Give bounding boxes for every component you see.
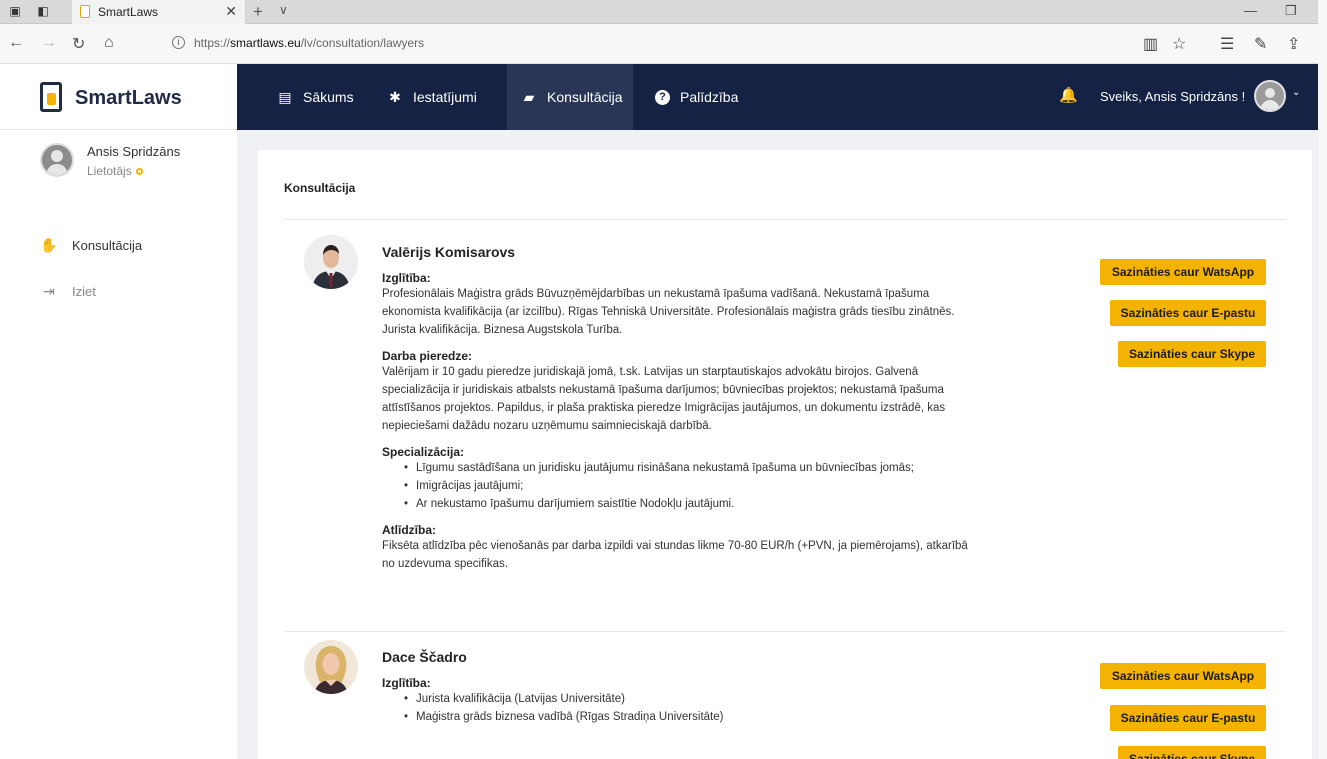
- favorite-star-icon[interactable]: ☆: [1172, 34, 1186, 54]
- reading-view-icon[interactable]: ▥: [1143, 34, 1158, 54]
- education-list: Jurista kvalifikācija (Latvijas Universi…: [382, 690, 1002, 726]
- bell-icon[interactable]: 🔔: [1059, 86, 1078, 104]
- specialization-list: Līgumu sastādīšana un juridisku jautājum…: [382, 459, 1002, 513]
- skype-button[interactable]: Sazināties caur Skype: [1118, 746, 1266, 759]
- minimize-icon[interactable]: —: [1244, 3, 1257, 18]
- nav-item-iestatijumi[interactable]: ✱ Iestatījumi: [387, 64, 497, 130]
- list-item: Jurista kvalifikācija (Latvijas Universi…: [382, 690, 1002, 708]
- lawyer-photo: [304, 235, 358, 289]
- divider: [284, 219, 1286, 220]
- status-dot-icon: [135, 168, 143, 176]
- nav-item-label: Konsultācija: [547, 89, 623, 105]
- gear-icon: ✱: [389, 88, 401, 105]
- section-text: Valērijam ir 10 gadu pieredze juridiskaj…: [382, 366, 946, 432]
- help-icon: ?: [655, 89, 670, 105]
- forward-icon[interactable]: →: [41, 34, 57, 52]
- list-item: Ar nekustamo īpašumu darījumiem saistīti…: [382, 495, 1002, 513]
- hand-coin-icon: ✋: [40, 236, 58, 253]
- lawyer-card: Valērijs Komisarovs Izglītība: Profesion…: [258, 235, 1312, 620]
- url-text: https://smartlaws.eu/lv/consultation/law…: [194, 36, 425, 50]
- sidebar: Ansis Spridzāns Lietotājs ✋ Konsultācija…: [0, 130, 237, 759]
- top-navigation: ▤ Sākums ✱ Iestatījumi ▰ Konsultācija ? …: [237, 64, 1318, 130]
- whatsapp-button[interactable]: Sazināties caur WatsApp: [1100, 259, 1266, 285]
- sidebar-avatar: [40, 143, 74, 177]
- maximize-icon[interactable]: ❐: [1285, 3, 1297, 19]
- nav-item-label: Iestatījumi: [413, 89, 477, 105]
- lawyer-photo: [304, 640, 358, 694]
- sidebar-user-name: Ansis Spridzāns: [87, 144, 181, 159]
- section-text: Profesionālais Maģistra grāds Būvuzņēmēj…: [382, 288, 955, 336]
- home-icon: ▤: [278, 88, 292, 105]
- new-tab-icon[interactable]: +: [253, 2, 263, 22]
- list-item: Līgumu sastādīšana un juridisku jautājum…: [382, 459, 1002, 477]
- home-browser-icon[interactable]: ⌂: [104, 34, 114, 52]
- nav-item-konsultacija[interactable]: ▰ Konsultācija: [507, 64, 633, 130]
- user-avatar[interactable]: [1254, 80, 1286, 112]
- email-button[interactable]: Sazināties caur E-pastu: [1110, 705, 1266, 731]
- share-icon[interactable]: ⇪: [1287, 34, 1300, 54]
- refresh-icon[interactable]: ↻: [72, 34, 85, 54]
- browser-tab[interactable]: SmartLaws ✕: [72, 0, 246, 24]
- sidebar-item-iziet[interactable]: ⇥ Iziet: [40, 281, 96, 301]
- sidebar-item-label: Iziet: [72, 283, 96, 299]
- divider: [284, 631, 1286, 632]
- tab-list-chevron-icon[interactable]: ∨: [279, 3, 288, 17]
- greeting-text: Sveiks, Ansis Spridzāns !: [1100, 89, 1246, 104]
- lawyer-name: Dace Ščadro: [382, 649, 467, 665]
- logout-icon: ⇥: [43, 282, 55, 299]
- lawyer-details: Izglītība: Profesionālais Maģistra grāds…: [382, 271, 1002, 573]
- browser-address-bar: ← → ↻ ⌂ i https://smartlaws.eu/lv/consul…: [0, 24, 1327, 64]
- section-text: Fiksēta atlīdzība pēc vienošanās par dar…: [382, 540, 968, 570]
- app-header: SmartLaws ▤ Sākums ✱ Iestatījumi ▰ Konsu…: [0, 64, 1318, 130]
- brand[interactable]: SmartLaws: [0, 64, 237, 130]
- list-item: Imigrācijas jautājumi;: [382, 477, 1002, 495]
- url-input[interactable]: i https://smartlaws.eu/lv/consultation/l…: [168, 32, 1118, 56]
- lawyer-card: Dace Ščadro Izglītība: Jurista kvalifikā…: [258, 640, 1312, 759]
- page-title: Konsultācija: [284, 181, 356, 195]
- chat-icon: ▰: [523, 88, 535, 105]
- sidebar-user-role: Lietotājs: [87, 164, 143, 178]
- favorites-list-icon[interactable]: ☰: [1220, 34, 1234, 54]
- lawyer-details: Izglītība: Jurista kvalifikācija (Latvij…: [382, 676, 1002, 726]
- section-title: Atlīdzība:: [382, 523, 436, 537]
- tab-actions-icon[interactable]: ▣: [8, 4, 22, 18]
- tab-title: SmartLaws: [98, 5, 159, 19]
- smartlaws-logo-icon: [40, 82, 62, 112]
- tab-close-icon[interactable]: ✕: [225, 3, 237, 20]
- browser-tab-bar: ▣ ◧ SmartLaws ✕ + ∨ — ❐: [0, 0, 1327, 24]
- lawyer-name: Valērijs Komisarovs: [382, 244, 516, 260]
- section-title: Izglītība:: [382, 271, 431, 285]
- section-title: Specializācija:: [382, 445, 465, 459]
- nav-item-label: Palīdzība: [680, 89, 739, 105]
- email-button[interactable]: Sazināties caur E-pastu: [1110, 300, 1266, 326]
- sidebar-item-konsultacija[interactable]: ✋ Konsultācija: [40, 235, 142, 255]
- list-item: Maģistra grāds biznesa vadībā (Rīgas Str…: [382, 708, 1002, 726]
- section-title: Darba pieredze:: [382, 349, 473, 363]
- nav-item-label: Sākums: [303, 89, 354, 105]
- site-info-icon[interactable]: i: [172, 36, 185, 49]
- whatsapp-button[interactable]: Sazināties caur WatsApp: [1100, 663, 1266, 689]
- set-tabs-aside-icon[interactable]: ◧: [36, 4, 50, 18]
- section-title: Izglītība:: [382, 676, 431, 690]
- pen-icon[interactable]: ✎: [1254, 34, 1267, 54]
- favicon-icon: [80, 5, 90, 18]
- nav-item-sakums[interactable]: ▤ Sākums: [277, 64, 367, 130]
- skype-button[interactable]: Sazināties caur Skype: [1118, 341, 1266, 367]
- brand-name: SmartLaws: [75, 87, 182, 109]
- nav-item-palidziba[interactable]: ? Palīdzība: [655, 64, 755, 130]
- consultation-card: Konsultācija Valērijs Komisarovs Izglītī…: [258, 150, 1312, 759]
- chevron-down-icon[interactable]: ⌄: [1292, 87, 1300, 98]
- back-icon[interactable]: ←: [8, 34, 24, 52]
- sidebar-item-label: Konsultācija: [72, 237, 143, 253]
- window-edge: [1318, 0, 1327, 759]
